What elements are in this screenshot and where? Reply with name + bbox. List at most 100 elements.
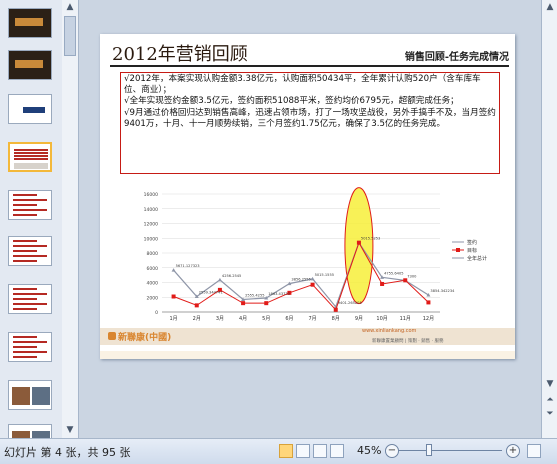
- thumbnail-line: [13, 209, 47, 211]
- zoom-slider[interactable]: [398, 450, 502, 451]
- x-tick-label: 7月: [308, 316, 316, 322]
- legend-marker: [456, 248, 460, 252]
- thumbnail-scrollbar[interactable]: ▲ ▼: [62, 0, 79, 438]
- x-tick-label: 1月: [169, 316, 177, 322]
- thumbnail-line: [13, 288, 37, 290]
- data-point: [217, 277, 222, 282]
- zoom-slider-thumb[interactable]: [426, 444, 432, 456]
- x-tick-label: 3月: [216, 316, 224, 322]
- current-slide[interactable]: 2012年营销回顾 销售回顾-任务完成情况 √2012年，本案实现认购金额3.3…: [100, 34, 515, 359]
- slide-thumbnail[interactable]: [8, 380, 52, 410]
- thumbnail-line: [13, 199, 47, 201]
- thumbnail-line: [13, 308, 37, 310]
- thumbnail-line: [14, 158, 48, 160]
- data-label: 4755.6405: [384, 271, 403, 275]
- scroll-up-icon[interactable]: ▲: [63, 0, 77, 14]
- slide-thumbnail[interactable]: [8, 332, 52, 362]
- thumbnail-line: [14, 152, 48, 154]
- data-point: [380, 281, 385, 286]
- thumbnail-line: [13, 194, 37, 196]
- slide-counter: 幻灯片 第 4 张，共 95 张: [4, 446, 131, 459]
- slide-bottom-band: [100, 351, 515, 359]
- thumbnail-block: [15, 18, 43, 26]
- slide-thumbnail[interactable]: [8, 142, 52, 172]
- canvas-scrollbar[interactable]: ▲ ▼ ⏶ ⏷: [541, 0, 557, 438]
- data-point: [194, 303, 199, 308]
- data-point: [264, 301, 269, 306]
- title-divider: [110, 65, 509, 67]
- logo-text: 新聯康(中國): [118, 333, 172, 343]
- thumbnail-photo: [12, 387, 30, 405]
- footer-website: www.xinliankang.com: [362, 328, 417, 334]
- thumbnail-line: [14, 149, 48, 151]
- y-tick-label: 0: [155, 310, 158, 316]
- thumbnail-scroll-thumb[interactable]: [64, 16, 76, 56]
- data-point: [356, 240, 361, 245]
- x-tick-label: 11月: [400, 316, 411, 322]
- scroll-down-icon[interactable]: ▼: [543, 377, 557, 391]
- thumbnail-block: [23, 107, 45, 113]
- company-logo: 新聯康(中國): [108, 330, 171, 343]
- slide-thumbnail[interactable]: [8, 236, 52, 266]
- thumbnail-line: [13, 341, 47, 343]
- legend-label: 目标: [467, 247, 477, 254]
- data-label: 2559.344741: [199, 291, 223, 295]
- y-tick-label: 10000: [144, 236, 158, 242]
- slide-subtitle[interactable]: 销售回顾-任务完成情况: [405, 48, 509, 63]
- x-tick-label: 4月: [239, 316, 247, 322]
- normal-view-button[interactable]: [279, 444, 293, 458]
- data-label: 9401.265205: [338, 301, 362, 305]
- x-tick-label: 9月: [355, 316, 363, 322]
- thumbnail-line: [13, 303, 47, 305]
- sales-line-chart[interactable]: 0 2000 4000 6000 8000 10000 12000 14000 16000 1月 2…: [100, 184, 515, 324]
- thumbnail-photo: [32, 431, 50, 438]
- slide-thumbnail-pane[interactable]: [0, 0, 63, 438]
- next-slide-icon[interactable]: ⏷: [543, 407, 557, 421]
- data-label: 1863.43733: [268, 292, 290, 296]
- slide-thumbnail[interactable]: [8, 424, 52, 438]
- zoom-level[interactable]: 45%: [357, 444, 381, 457]
- logo-icon: [108, 332, 116, 340]
- reading-view-button[interactable]: [313, 444, 327, 458]
- slide-thumbnail[interactable]: [8, 94, 52, 124]
- y-tick-label: 14000: [144, 207, 158, 213]
- data-label: 7300: [407, 274, 417, 278]
- slideshow-button[interactable]: [330, 444, 344, 458]
- slide-thumbnail[interactable]: [8, 50, 52, 80]
- thumbnail-line: [13, 255, 47, 257]
- summary-paragraph-3: √9月通过价格回归达到销售高峰，迅速占领市场，打了一场攻坚战役，另外手搞手不及，…: [124, 107, 496, 129]
- thumbnail-line: [13, 356, 37, 358]
- canvas-scroll-track[interactable]: [544, 18, 556, 348]
- slide-sorter-button[interactable]: [296, 444, 310, 458]
- x-tick-label: 10月: [376, 316, 387, 322]
- slide-thumbnail[interactable]: [8, 284, 52, 314]
- summary-paragraph-1: √2012年，本案实现认购金额3.38亿元，认购面积50434平，全年累计认购5…: [124, 74, 481, 96]
- data-label: 5015.1555: [315, 273, 334, 277]
- data-label: 5015.5253: [361, 237, 380, 241]
- thumbnail-line: [13, 351, 47, 353]
- slide-canvas[interactable]: 2012年营销回顾 销售回顾-任务完成情况 √2012年，本案实现认购金额3.3…: [79, 0, 541, 438]
- zoom-out-icon[interactable]: −: [385, 444, 399, 458]
- data-point: [171, 294, 176, 299]
- thumbnail-line: [13, 293, 47, 295]
- previous-slide-icon[interactable]: ⏶: [543, 393, 557, 407]
- fit-window-icon[interactable]: [527, 444, 541, 458]
- summary-textbox[interactable]: √2012年，本案实现认购金额3.38亿元，认购面积50434平，全年累计认购5…: [120, 72, 500, 174]
- thumbnail-line: [13, 298, 37, 300]
- thumbnail-block: [14, 163, 48, 169]
- data-label: 3854.342234: [430, 289, 455, 293]
- x-tick-label: 2月: [193, 316, 201, 322]
- thumbnail-photo: [32, 387, 50, 405]
- data-point: [426, 300, 431, 305]
- legend-label: 签约: [467, 239, 477, 246]
- scroll-down-icon[interactable]: ▼: [63, 423, 77, 437]
- thumbnail-line: [13, 245, 47, 247]
- scroll-up-icon[interactable]: ▲: [543, 0, 557, 14]
- slide-thumbnail[interactable]: [8, 8, 52, 38]
- slide-title[interactable]: 2012年营销回顾: [112, 40, 248, 66]
- summary-paragraph-2: √全年实现签约金额3.5亿元，签约面积51088平米，签约均价6795元，超额完…: [124, 96, 459, 107]
- zoom-in-icon[interactable]: +: [506, 444, 520, 458]
- slide-thumbnail[interactable]: [8, 190, 52, 220]
- thumbnail-photo: [12, 431, 30, 438]
- data-label: 4256.2545: [222, 274, 241, 278]
